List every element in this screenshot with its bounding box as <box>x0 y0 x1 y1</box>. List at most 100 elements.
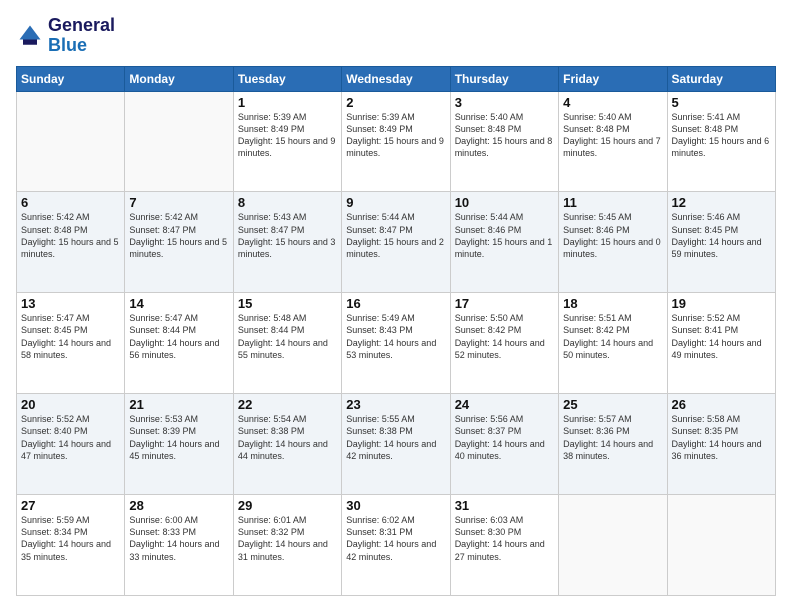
day-info: Sunrise: 5:52 AM Sunset: 8:41 PM Dayligh… <box>672 312 771 361</box>
day-header-monday: Monday <box>125 66 233 91</box>
calendar-cell: 17Sunrise: 5:50 AM Sunset: 8:42 PM Dayli… <box>450 293 558 394</box>
day-number: 16 <box>346 296 445 311</box>
calendar-cell: 21Sunrise: 5:53 AM Sunset: 8:39 PM Dayli… <box>125 394 233 495</box>
calendar-cell: 26Sunrise: 5:58 AM Sunset: 8:35 PM Dayli… <box>667 394 775 495</box>
page: General Blue SundayMondayTuesdayWednesda… <box>0 0 792 612</box>
calendar-cell: 31Sunrise: 6:03 AM Sunset: 8:30 PM Dayli… <box>450 495 558 596</box>
day-number: 29 <box>238 498 337 513</box>
logo-text-blue: Blue <box>48 36 115 56</box>
calendar-cell <box>17 91 125 192</box>
calendar-cell: 7Sunrise: 5:42 AM Sunset: 8:47 PM Daylig… <box>125 192 233 293</box>
day-number: 13 <box>21 296 120 311</box>
calendar-cell: 23Sunrise: 5:55 AM Sunset: 8:38 PM Dayli… <box>342 394 450 495</box>
calendar-cell: 22Sunrise: 5:54 AM Sunset: 8:38 PM Dayli… <box>233 394 341 495</box>
day-header-saturday: Saturday <box>667 66 775 91</box>
calendar-table: SundayMondayTuesdayWednesdayThursdayFrid… <box>16 66 776 596</box>
day-number: 11 <box>563 195 662 210</box>
header: General Blue <box>16 16 776 56</box>
day-header-tuesday: Tuesday <box>233 66 341 91</box>
day-info: Sunrise: 5:40 AM Sunset: 8:48 PM Dayligh… <box>563 111 662 160</box>
logo: General Blue <box>16 16 115 56</box>
day-info: Sunrise: 5:43 AM Sunset: 8:47 PM Dayligh… <box>238 211 337 260</box>
calendar-cell: 30Sunrise: 6:02 AM Sunset: 8:31 PM Dayli… <box>342 495 450 596</box>
calendar-cell: 8Sunrise: 5:43 AM Sunset: 8:47 PM Daylig… <box>233 192 341 293</box>
day-info: Sunrise: 5:44 AM Sunset: 8:46 PM Dayligh… <box>455 211 554 260</box>
day-number: 14 <box>129 296 228 311</box>
calendar-week-5: 27Sunrise: 5:59 AM Sunset: 8:34 PM Dayli… <box>17 495 776 596</box>
logo-text-general: General <box>48 16 115 36</box>
day-number: 3 <box>455 95 554 110</box>
day-number: 27 <box>21 498 120 513</box>
day-info: Sunrise: 5:46 AM Sunset: 8:45 PM Dayligh… <box>672 211 771 260</box>
calendar-week-2: 6Sunrise: 5:42 AM Sunset: 8:48 PM Daylig… <box>17 192 776 293</box>
calendar-cell: 3Sunrise: 5:40 AM Sunset: 8:48 PM Daylig… <box>450 91 558 192</box>
calendar-cell: 12Sunrise: 5:46 AM Sunset: 8:45 PM Dayli… <box>667 192 775 293</box>
day-info: Sunrise: 6:00 AM Sunset: 8:33 PM Dayligh… <box>129 514 228 563</box>
day-info: Sunrise: 5:55 AM Sunset: 8:38 PM Dayligh… <box>346 413 445 462</box>
day-info: Sunrise: 6:03 AM Sunset: 8:30 PM Dayligh… <box>455 514 554 563</box>
calendar-cell: 1Sunrise: 5:39 AM Sunset: 8:49 PM Daylig… <box>233 91 341 192</box>
day-info: Sunrise: 5:52 AM Sunset: 8:40 PM Dayligh… <box>21 413 120 462</box>
day-number: 22 <box>238 397 337 412</box>
day-number: 18 <box>563 296 662 311</box>
calendar-cell: 20Sunrise: 5:52 AM Sunset: 8:40 PM Dayli… <box>17 394 125 495</box>
day-info: Sunrise: 5:41 AM Sunset: 8:48 PM Dayligh… <box>672 111 771 160</box>
calendar-cell: 2Sunrise: 5:39 AM Sunset: 8:49 PM Daylig… <box>342 91 450 192</box>
calendar-cell: 5Sunrise: 5:41 AM Sunset: 8:48 PM Daylig… <box>667 91 775 192</box>
calendar-cell: 29Sunrise: 6:01 AM Sunset: 8:32 PM Dayli… <box>233 495 341 596</box>
day-info: Sunrise: 6:01 AM Sunset: 8:32 PM Dayligh… <box>238 514 337 563</box>
day-number: 26 <box>672 397 771 412</box>
calendar-header-row: SundayMondayTuesdayWednesdayThursdayFrid… <box>17 66 776 91</box>
day-number: 24 <box>455 397 554 412</box>
day-info: Sunrise: 5:56 AM Sunset: 8:37 PM Dayligh… <box>455 413 554 462</box>
day-info: Sunrise: 5:51 AM Sunset: 8:42 PM Dayligh… <box>563 312 662 361</box>
calendar-cell: 11Sunrise: 5:45 AM Sunset: 8:46 PM Dayli… <box>559 192 667 293</box>
day-number: 9 <box>346 195 445 210</box>
day-info: Sunrise: 5:59 AM Sunset: 8:34 PM Dayligh… <box>21 514 120 563</box>
calendar-cell: 18Sunrise: 5:51 AM Sunset: 8:42 PM Dayli… <box>559 293 667 394</box>
day-number: 6 <box>21 195 120 210</box>
day-info: Sunrise: 5:39 AM Sunset: 8:49 PM Dayligh… <box>238 111 337 160</box>
calendar-cell <box>667 495 775 596</box>
day-info: Sunrise: 5:45 AM Sunset: 8:46 PM Dayligh… <box>563 211 662 260</box>
day-info: Sunrise: 5:57 AM Sunset: 8:36 PM Dayligh… <box>563 413 662 462</box>
calendar-cell: 27Sunrise: 5:59 AM Sunset: 8:34 PM Dayli… <box>17 495 125 596</box>
day-number: 7 <box>129 195 228 210</box>
day-info: Sunrise: 5:48 AM Sunset: 8:44 PM Dayligh… <box>238 312 337 361</box>
day-number: 15 <box>238 296 337 311</box>
day-number: 4 <box>563 95 662 110</box>
day-number: 19 <box>672 296 771 311</box>
logo-icon <box>16 22 44 50</box>
day-number: 17 <box>455 296 554 311</box>
day-info: Sunrise: 5:42 AM Sunset: 8:48 PM Dayligh… <box>21 211 120 260</box>
day-number: 8 <box>238 195 337 210</box>
day-number: 25 <box>563 397 662 412</box>
calendar-cell: 4Sunrise: 5:40 AM Sunset: 8:48 PM Daylig… <box>559 91 667 192</box>
calendar-cell: 24Sunrise: 5:56 AM Sunset: 8:37 PM Dayli… <box>450 394 558 495</box>
day-number: 21 <box>129 397 228 412</box>
calendar-cell: 15Sunrise: 5:48 AM Sunset: 8:44 PM Dayli… <box>233 293 341 394</box>
day-header-friday: Friday <box>559 66 667 91</box>
day-info: Sunrise: 5:39 AM Sunset: 8:49 PM Dayligh… <box>346 111 445 160</box>
day-number: 30 <box>346 498 445 513</box>
day-info: Sunrise: 6:02 AM Sunset: 8:31 PM Dayligh… <box>346 514 445 563</box>
day-number: 28 <box>129 498 228 513</box>
calendar-cell: 9Sunrise: 5:44 AM Sunset: 8:47 PM Daylig… <box>342 192 450 293</box>
calendar-cell <box>559 495 667 596</box>
day-number: 10 <box>455 195 554 210</box>
day-info: Sunrise: 5:50 AM Sunset: 8:42 PM Dayligh… <box>455 312 554 361</box>
calendar-cell: 13Sunrise: 5:47 AM Sunset: 8:45 PM Dayli… <box>17 293 125 394</box>
day-info: Sunrise: 5:47 AM Sunset: 8:44 PM Dayligh… <box>129 312 228 361</box>
day-number: 12 <box>672 195 771 210</box>
calendar-week-4: 20Sunrise: 5:52 AM Sunset: 8:40 PM Dayli… <box>17 394 776 495</box>
day-info: Sunrise: 5:58 AM Sunset: 8:35 PM Dayligh… <box>672 413 771 462</box>
calendar-cell: 10Sunrise: 5:44 AM Sunset: 8:46 PM Dayli… <box>450 192 558 293</box>
calendar-cell: 28Sunrise: 6:00 AM Sunset: 8:33 PM Dayli… <box>125 495 233 596</box>
day-info: Sunrise: 5:54 AM Sunset: 8:38 PM Dayligh… <box>238 413 337 462</box>
day-header-wednesday: Wednesday <box>342 66 450 91</box>
day-info: Sunrise: 5:40 AM Sunset: 8:48 PM Dayligh… <box>455 111 554 160</box>
day-info: Sunrise: 5:47 AM Sunset: 8:45 PM Dayligh… <box>21 312 120 361</box>
calendar-cell: 25Sunrise: 5:57 AM Sunset: 8:36 PM Dayli… <box>559 394 667 495</box>
calendar-week-1: 1Sunrise: 5:39 AM Sunset: 8:49 PM Daylig… <box>17 91 776 192</box>
calendar-cell: 14Sunrise: 5:47 AM Sunset: 8:44 PM Dayli… <box>125 293 233 394</box>
